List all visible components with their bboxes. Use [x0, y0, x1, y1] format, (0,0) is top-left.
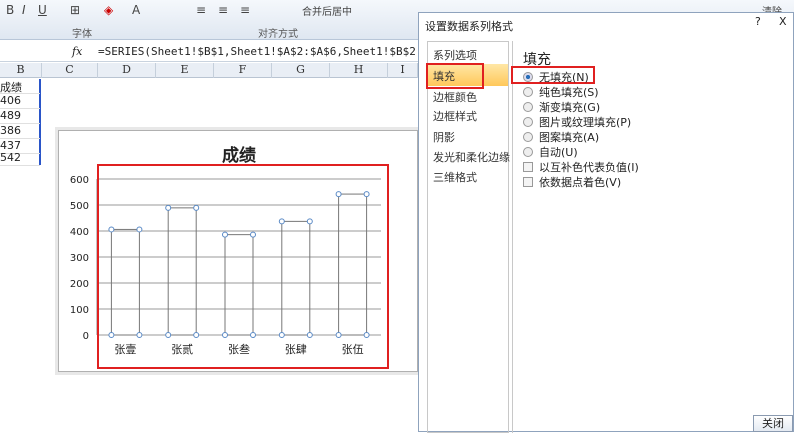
close-button[interactable]: 关闭 — [753, 415, 793, 432]
radio-icon — [523, 147, 533, 157]
checkbox-label: 以互补色代表负值(I) — [539, 161, 639, 174]
font-color-icon[interactable]: A — [132, 3, 140, 17]
close-x-button[interactable]: X — [779, 15, 787, 28]
column-header[interactable]: B — [0, 63, 42, 78]
nav-fill[interactable]: 填充 — [433, 68, 455, 84]
highlight-box — [97, 164, 389, 369]
y-tick-label: 100 — [70, 305, 89, 316]
nav-3d-format[interactable]: 三维格式 — [433, 169, 477, 185]
column-header[interactable]: H — [330, 63, 388, 78]
selected-range[interactable]: 成绩 406 489 386 437 542 — [0, 79, 41, 166]
fill-color-icon[interactable]: ◈ — [104, 3, 113, 17]
nav-shadow[interactable]: 阴影 — [433, 129, 455, 145]
fx-icon[interactable]: fx — [72, 45, 82, 58]
chart-title: 成绩 — [222, 145, 256, 166]
cell[interactable]: 386 — [0, 124, 40, 139]
cell[interactable]: 542 — [0, 151, 40, 166]
help-button[interactable]: ? — [755, 15, 761, 28]
radio-automatic[interactable]: 自动(U) — [523, 144, 578, 160]
column-header[interactable]: F — [214, 63, 272, 78]
radio-icon — [523, 117, 533, 127]
radio-label: 图片或纹理填充(P) — [539, 116, 632, 129]
radio-icon — [523, 102, 533, 112]
radio-icon — [523, 132, 533, 142]
cell[interactable]: 成绩 — [0, 79, 40, 94]
checkbox-invert-negative[interactable]: 以互补色代表负值(I) — [523, 159, 639, 175]
y-tick-label: 400 — [70, 227, 89, 238]
radio-icon — [523, 72, 533, 82]
bold-button[interactable]: B — [6, 3, 14, 17]
column-header[interactable]: I — [388, 63, 418, 78]
font-group-label: 字体 — [72, 29, 92, 40]
checkbox-label: 依数据点着色(V) — [539, 176, 622, 189]
radio-label: 自动(U) — [539, 146, 578, 159]
formula-bar: fx =SERIES(Sheet1!$B$1,Sheet1!$A$2:$A$6,… — [0, 42, 429, 62]
y-tick-label: 500 — [70, 201, 89, 212]
chart-area[interactable]: 成绩 0 100 200 300 400 500 600 张壹 张贰 张叁 张肆 张伍 — [58, 130, 418, 372]
radio-gradient-fill[interactable]: 渐变填充(G) — [523, 99, 600, 115]
y-tick-label: 200 — [70, 279, 89, 290]
radio-label: 渐变填充(G) — [539, 101, 601, 114]
radio-label: 图案填充(A) — [539, 131, 600, 144]
align-left-icon[interactable]: ≡ — [196, 3, 206, 17]
italic-button[interactable]: I — [22, 3, 26, 17]
y-tick-label: 300 — [70, 253, 89, 264]
nav-glow[interactable]: 发光和柔化边缘 — [433, 149, 510, 165]
nav-series-options[interactable]: 系列选项 — [433, 47, 477, 63]
cell[interactable]: 489 — [0, 109, 40, 124]
radio-solid-fill[interactable]: 纯色填充(S) — [523, 84, 599, 100]
align-right-icon[interactable]: ≡ — [240, 3, 250, 17]
merge-center-button[interactable]: 合并后居中 — [302, 3, 352, 18]
column-header[interactable]: C — [42, 63, 98, 78]
align-center-icon[interactable]: ≡ — [218, 3, 228, 17]
formula-input[interactable]: =SERIES(Sheet1!$B$1,Sheet1!$A$2:$A$6,She… — [98, 45, 429, 58]
radio-pattern-fill[interactable]: 图案填充(A) — [523, 129, 599, 145]
cell[interactable]: 406 — [0, 94, 40, 109]
nav-border-style[interactable]: 边框样式 — [433, 108, 477, 124]
checkbox-icon — [523, 177, 533, 187]
column-header[interactable]: D — [98, 63, 156, 78]
column-header[interactable]: E — [156, 63, 214, 78]
radio-label: 无填充(N) — [539, 71, 589, 84]
column-headers: B C D E F G H I — [0, 63, 418, 78]
radio-no-fill[interactable]: 无填充(N) — [523, 69, 589, 85]
border-icon[interactable]: ⊞ — [70, 3, 80, 17]
radio-picture-fill[interactable]: 图片或纹理填充(P) — [523, 114, 631, 130]
radio-icon — [523, 87, 533, 97]
nav-border-color[interactable]: 边框颜色 — [433, 89, 477, 105]
radio-label: 纯色填充(S) — [539, 86, 599, 99]
y-tick-label: 600 — [70, 175, 89, 186]
y-tick-label: 0 — [83, 331, 89, 342]
align-group-label: 对齐方式 — [258, 29, 298, 40]
column-header[interactable]: G — [272, 63, 330, 78]
dialog-title: 设置数据系列格式 — [425, 20, 513, 33]
underline-button[interactable]: U — [38, 3, 47, 17]
checkbox-vary-colors[interactable]: 依数据点着色(V) — [523, 174, 621, 190]
checkbox-icon — [523, 162, 533, 172]
format-series-dialog: 设置数据系列格式 ? X 系列选项 填充 边框颜色 边框样式 阴影 发光和柔化边… — [418, 12, 794, 433]
